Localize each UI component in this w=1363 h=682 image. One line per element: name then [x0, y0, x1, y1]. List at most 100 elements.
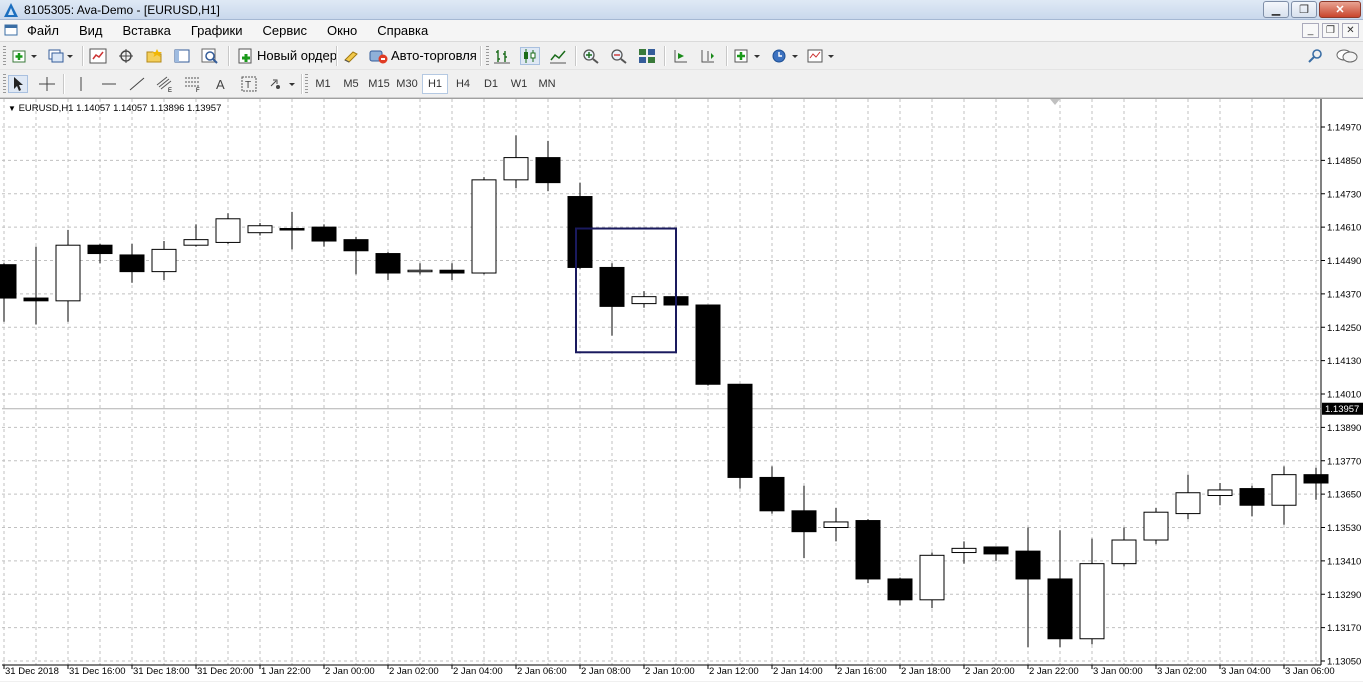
- search-icon[interactable]: [1306, 47, 1326, 65]
- strategy-tester-icon[interactable]: [200, 47, 220, 65]
- menu-help[interactable]: Справка: [377, 23, 436, 38]
- menu-insert[interactable]: Вставка: [123, 23, 179, 38]
- navigator-icon[interactable]: [144, 47, 164, 65]
- mdi-close-button[interactable]: ✕: [1342, 23, 1359, 38]
- candle-bear: [279, 228, 305, 231]
- candle-bull: [919, 554, 945, 601]
- y-tick-label: 1.14730: [1327, 189, 1361, 200]
- candle-bull: [823, 521, 849, 528]
- candle-bull: [247, 225, 273, 234]
- menu-bar: Файл Вид Вставка Графики Сервис Окно Спр…: [0, 20, 1363, 42]
- toolbar-grip[interactable]: [3, 46, 6, 66]
- chart-collapse-icon[interactable]: ▼: [8, 104, 16, 113]
- candle-bear: [727, 383, 753, 478]
- x-tick-label: 2 Jan 16:00: [837, 666, 887, 677]
- equidistant-channel-icon[interactable]: E: [155, 75, 175, 93]
- crosshair-icon[interactable]: [37, 75, 57, 93]
- market-watch-icon[interactable]: [88, 47, 108, 65]
- timeframe-mn[interactable]: MN: [534, 74, 560, 94]
- timeframe-w1[interactable]: W1: [506, 74, 532, 94]
- restore-button[interactable]: ❐: [1291, 1, 1317, 18]
- fibonacci-icon[interactable]: F: [183, 75, 203, 93]
- zoom-in-icon[interactable]: [581, 47, 601, 65]
- data-window-icon[interactable]: [116, 47, 136, 65]
- candle-bear: [1239, 488, 1265, 506]
- price-chart[interactable]: 1.14970 1.14850 1.14730 1.14610 1.14490 1.143…: [0, 99, 1363, 682]
- chat-icon[interactable]: [1334, 47, 1360, 65]
- svg-text:E: E: [168, 88, 172, 93]
- line-chart-icon[interactable]: [548, 47, 568, 65]
- minimize-button[interactable]: ▁: [1263, 1, 1289, 18]
- timeframe-m1[interactable]: M1: [310, 74, 336, 94]
- menu-charts[interactable]: Графики: [191, 23, 251, 38]
- svg-text:T: T: [245, 80, 251, 91]
- candle-bull: [1079, 563, 1105, 640]
- close-button[interactable]: ✕: [1319, 1, 1361, 18]
- y-tick-label: 1.14370: [1327, 289, 1361, 300]
- new-chart-icon[interactable]: [10, 47, 40, 65]
- horizontal-line-icon[interactable]: [99, 75, 119, 93]
- zoom-out-icon[interactable]: [609, 47, 629, 65]
- candle-bear: [695, 304, 721, 385]
- candle-bear: [1015, 550, 1041, 580]
- mdi-restore-button[interactable]: ❐: [1322, 23, 1339, 38]
- menu-view[interactable]: Вид: [79, 23, 111, 38]
- new-order-icon[interactable]: [236, 47, 256, 65]
- timeframe-h1[interactable]: H1: [422, 74, 448, 94]
- timeframe-m5[interactable]: M5: [338, 74, 364, 94]
- y-tick-label: 1.14130: [1327, 356, 1361, 367]
- x-tick-label: 2 Jan 18:00: [901, 666, 951, 677]
- toolbar-grip[interactable]: [486, 46, 489, 66]
- templates-icon[interactable]: [806, 47, 838, 65]
- timeframe-d1[interactable]: D1: [478, 74, 504, 94]
- document-icon[interactable]: [4, 23, 18, 37]
- chart-window[interactable]: 1.14970 1.14850 1.14730 1.14610 1.14490 1.143…: [0, 98, 1363, 681]
- auto-trading-icon[interactable]: [368, 47, 388, 65]
- timeframe-m15[interactable]: M15: [366, 74, 392, 94]
- svg-text:A: A: [216, 77, 225, 92]
- candle-bull: [151, 248, 177, 273]
- auto-trading-button[interactable]: Авто-торговля: [391, 48, 477, 63]
- timeframe-h4[interactable]: H4: [450, 74, 476, 94]
- x-tick-label: 3 Jan 04:00: [1221, 666, 1271, 677]
- indicators-icon[interactable]: [732, 47, 764, 65]
- timeframe-m30[interactable]: M30: [394, 74, 420, 94]
- candle-bear: [599, 266, 625, 307]
- toolbar-grip[interactable]: [3, 74, 6, 94]
- standard-toolbar: Новый ордер Авто-торговля: [0, 42, 1363, 70]
- candle-bear: [119, 254, 145, 273]
- chart-shift-marker: [1050, 99, 1060, 105]
- periods-icon[interactable]: [770, 47, 802, 65]
- y-tick-label: 1.14850: [1327, 156, 1361, 167]
- candle-bear: [343, 239, 369, 252]
- menu-tools[interactable]: Сервис: [263, 23, 316, 38]
- candle-bear: [887, 578, 913, 601]
- tile-windows-icon[interactable]: [637, 47, 657, 65]
- menu-file[interactable]: Файл: [27, 23, 67, 38]
- y-tick-label: 1.14970: [1327, 123, 1361, 134]
- x-tick-label: 2 Jan 22:00: [1029, 666, 1079, 677]
- auto-scroll-icon[interactable]: [670, 47, 690, 65]
- current-price-label: 1.13957: [1325, 404, 1359, 415]
- trendline-icon[interactable]: [127, 75, 147, 93]
- candlestick-chart-icon[interactable]: [520, 47, 540, 65]
- toolbar-grip[interactable]: [305, 74, 308, 94]
- x-tick-label: 31 Dec 20:00: [197, 666, 254, 677]
- profiles-icon[interactable]: [46, 47, 76, 65]
- chart-shift-icon[interactable]: [698, 47, 718, 65]
- chart-info-label: ▼ EURUSD,H1 1.14057 1.14057 1.13896 1.13…: [8, 103, 221, 114]
- arrows-icon[interactable]: [267, 75, 297, 93]
- bar-chart-icon[interactable]: [492, 47, 512, 65]
- vertical-line-icon[interactable]: [71, 75, 91, 93]
- cursor-icon[interactable]: [8, 75, 28, 93]
- terminal-icon[interactable]: [172, 47, 192, 65]
- candle-bull: [1143, 511, 1169, 541]
- new-order-button[interactable]: Новый ордер: [257, 48, 337, 63]
- drawing-toolbar: E F A T M1 M5 M15 M30 H1 H4 D1 W1 MN: [0, 70, 1363, 98]
- text-icon[interactable]: A: [211, 75, 231, 93]
- candle-bull: [407, 269, 433, 273]
- mdi-minimize-button[interactable]: _: [1302, 23, 1319, 38]
- metaeditor-icon[interactable]: [341, 47, 361, 65]
- menu-window[interactable]: Окно: [327, 23, 365, 38]
- text-label-icon[interactable]: T: [239, 75, 259, 93]
